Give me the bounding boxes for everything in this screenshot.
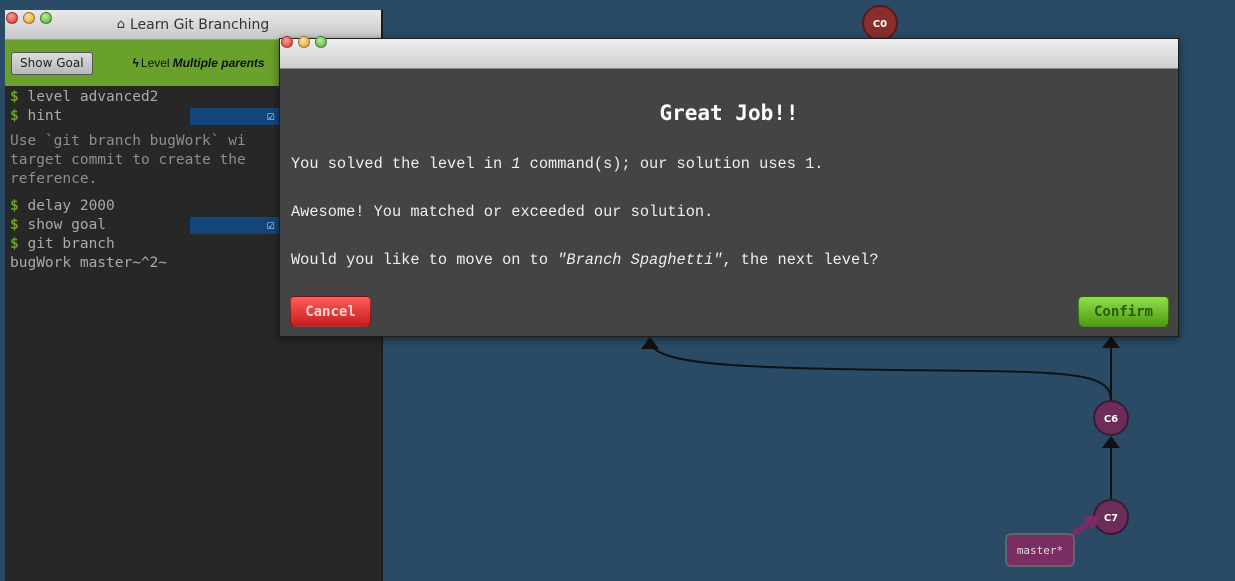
branch-master[interactable]: master* (1005, 515, 1100, 567)
dialog-titlebar (280, 36, 1178, 69)
prompt-symbol: $ (10, 108, 19, 124)
arrowhead-left (641, 337, 659, 349)
result-line: You solved the level in 1 command(s); ou… (291, 155, 823, 173)
commit-c6[interactable]: C6 (1093, 400, 1129, 436)
command-text: hint (18, 108, 63, 124)
command-text: level advanced2 (18, 89, 159, 105)
commit-c0-label: C0 (873, 19, 887, 30)
edge-c6-to-parent-left (651, 344, 1112, 401)
maximize-icon[interactable] (40, 12, 52, 24)
feedback-line: Awesome! You matched or exceeded our sol… (291, 203, 714, 221)
next-level-line: Would you like to move on to "Branch Spa… (291, 251, 879, 269)
confirm-button[interactable]: Confirm (1078, 296, 1169, 327)
commit-c7-label: C7 (1104, 513, 1118, 524)
level-label: ϟ Level Multiple parents (133, 56, 265, 70)
command-text: delay 2000 (18, 198, 115, 214)
close-icon[interactable] (281, 36, 293, 48)
command-text: show goal (18, 217, 107, 233)
maximize-icon[interactable] (315, 36, 327, 48)
prompt-symbol: $ (10, 198, 19, 214)
dialog-title: Great Job!! (659, 101, 799, 125)
command-count: 1 (511, 155, 521, 173)
prompt-symbol: $ (10, 217, 19, 233)
commit-c6-label: C6 (1104, 414, 1118, 425)
bolt-icon: ϟ (132, 56, 139, 70)
level-prefix: Level (140, 56, 170, 70)
cancel-button[interactable]: Cancel (290, 296, 371, 327)
next-level-text-b: , the next level? (722, 251, 879, 269)
next-level-name: "Branch Spaghetti" (557, 251, 723, 269)
level-complete-dialog: Great Job!! You solved the level in 1 co… (279, 36, 1179, 337)
close-icon[interactable] (6, 12, 18, 24)
arrowhead-up (1102, 336, 1120, 348)
branch-master-label: master* (1017, 544, 1063, 557)
terminal-window-controls (6, 12, 52, 24)
commit-c0[interactable]: C0 (862, 5, 898, 41)
next-level-text-a: Would you like to move on to (291, 251, 558, 269)
checkbox-checked-icon: ☑ (267, 109, 275, 124)
minimize-icon[interactable] (298, 36, 310, 48)
arrowhead-c6 (1102, 436, 1120, 448)
level-name: Multiple parents (172, 56, 265, 70)
show-goal-button[interactable]: Show Goal (11, 51, 93, 75)
prompt-symbol: $ (10, 89, 19, 105)
result-text-a: You solved the level in (291, 155, 512, 173)
dialog-window-controls (281, 36, 327, 48)
minimize-icon[interactable] (23, 12, 35, 24)
terminal-title: Learn Git Branching (129, 16, 270, 33)
command-text: git branch (18, 236, 115, 252)
home-icon: ⌂ (116, 17, 125, 32)
prompt-symbol: $ (10, 236, 19, 252)
result-text-b: command(s); our solution uses 1. (520, 155, 824, 173)
checkbox-checked-icon: ☑ (267, 218, 275, 233)
